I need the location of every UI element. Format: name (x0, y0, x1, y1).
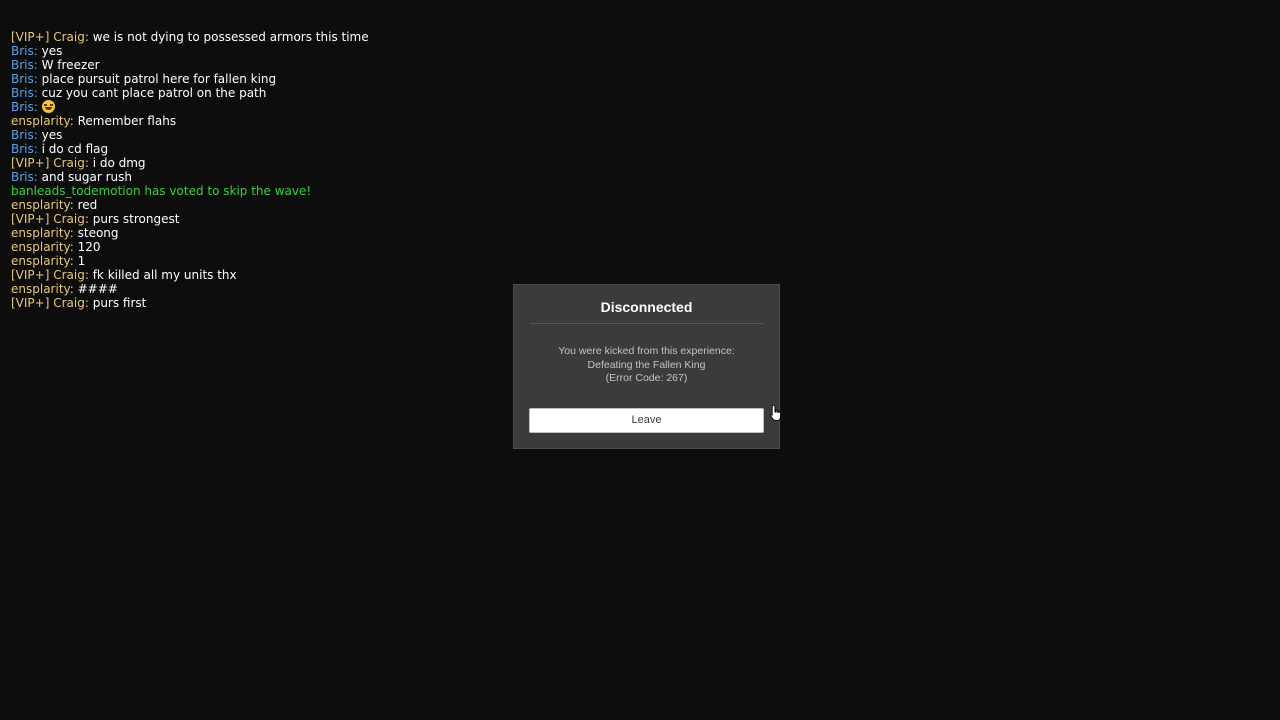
chat-username: Bris: (11, 72, 38, 86)
chat-username: Bris: (11, 86, 38, 100)
grinning-sweat-emoji (41, 100, 55, 113)
chat-message: [VIP+] Craig: we is not dying to possess… (11, 30, 531, 44)
chat-message: ensplarity: #### (11, 282, 531, 296)
chat-username: ensplarity: (11, 282, 74, 296)
chat-username: Bris: (11, 142, 38, 156)
chat-username: ensplarity: (11, 198, 74, 212)
chat-username: ensplarity: (11, 254, 74, 268)
chat-message: ensplarity: steong (11, 226, 531, 240)
chat-text: place pursuit patrol here for fallen kin… (37, 72, 277, 86)
chat-text: i do cd flag (37, 142, 109, 156)
chat-message: Bris: W freezer (11, 58, 531, 72)
chat-message: Bris: cuz you cant place patrol on the p… (11, 86, 531, 100)
chat-message: ensplarity: 120 (11, 240, 531, 254)
chat-username: Bris: (11, 44, 38, 58)
chat-message: [VIP+] Craig: fk killed all my units thx (11, 268, 531, 282)
chat-text: W freezer (37, 58, 100, 72)
dialog-message: You were kicked from this experience: De… (514, 345, 779, 386)
chat-username: [VIP+] Craig: (11, 30, 89, 44)
chat-username: Bris: (11, 128, 38, 142)
dialog-message-line: You were kicked from this experience: (558, 345, 735, 357)
dialog-title: Disconnected (600, 299, 693, 315)
chat-text: and sugar rush (37, 170, 132, 184)
chat-username: ensplarity: (11, 240, 74, 254)
chat-message: [VIP+] Craig: purs strongest (11, 212, 531, 226)
chat-username: [VIP+] Craig: (11, 212, 89, 226)
chat-message: [VIP+] Craig: purs first (11, 296, 531, 310)
chat-message: Bris: yes (11, 128, 531, 142)
chat-username: [VIP+] Craig: (11, 156, 89, 170)
chat-message: ensplarity: Remember flahs (11, 114, 531, 128)
chat-text: red (73, 198, 98, 212)
chat-username: [VIP+] Craig: (11, 268, 89, 282)
chat-text: fk killed all my units thx (88, 268, 237, 282)
chat-log: [VIP+] Craig: we is not dying to possess… (11, 30, 531, 310)
chat-text: yes (37, 44, 63, 58)
chat-username: Bris: (11, 170, 38, 184)
disconnected-dialog: Disconnected You were kicked from this e… (513, 284, 780, 449)
chat-username: Bris: (11, 58, 38, 72)
chat-username: Bris: (11, 100, 38, 114)
system-message: banleads_todemotion has voted to skip th… (11, 184, 312, 198)
chat-message: [VIP+] Craig: i do dmg (11, 156, 531, 170)
chat-message: ensplarity: red (11, 198, 531, 212)
dialog-error-code: (Error Code: 267) (605, 372, 688, 384)
chat-text: we is not dying to possessed armors this… (88, 30, 369, 44)
leave-button[interactable]: Leave (529, 408, 764, 433)
dialog-message-line: Defeating the Fallen King (587, 358, 706, 371)
chat-text: 120 (73, 240, 101, 254)
chat-username: [VIP+] Craig: (11, 296, 89, 310)
chat-text: Remember flahs (73, 114, 177, 128)
hand-pointer-icon (770, 404, 781, 421)
chat-message: Bris: i do cd flag (11, 142, 531, 156)
chat-text: yes (37, 128, 63, 142)
chat-text: cuz you cant place patrol on the path (37, 86, 267, 100)
chat-username: ensplarity: (11, 114, 74, 128)
chat-text: 1 (73, 254, 86, 268)
chat-message: Bris: and sugar rush (11, 170, 531, 184)
chat-message: Bris: (11, 100, 531, 114)
chat-message: Bris: yes (11, 44, 531, 58)
chat-text: #### (73, 282, 118, 296)
chat-text: purs strongest (88, 212, 180, 226)
chat-text: purs first (88, 296, 147, 310)
chat-username: ensplarity: (11, 226, 74, 240)
chat-message: ensplarity: 1 (11, 254, 531, 268)
chat-text: i do dmg (88, 156, 146, 170)
chat-text: steong (73, 226, 119, 240)
dialog-divider (530, 323, 763, 324)
chat-message: Bris: place pursuit patrol here for fall… (11, 72, 531, 86)
